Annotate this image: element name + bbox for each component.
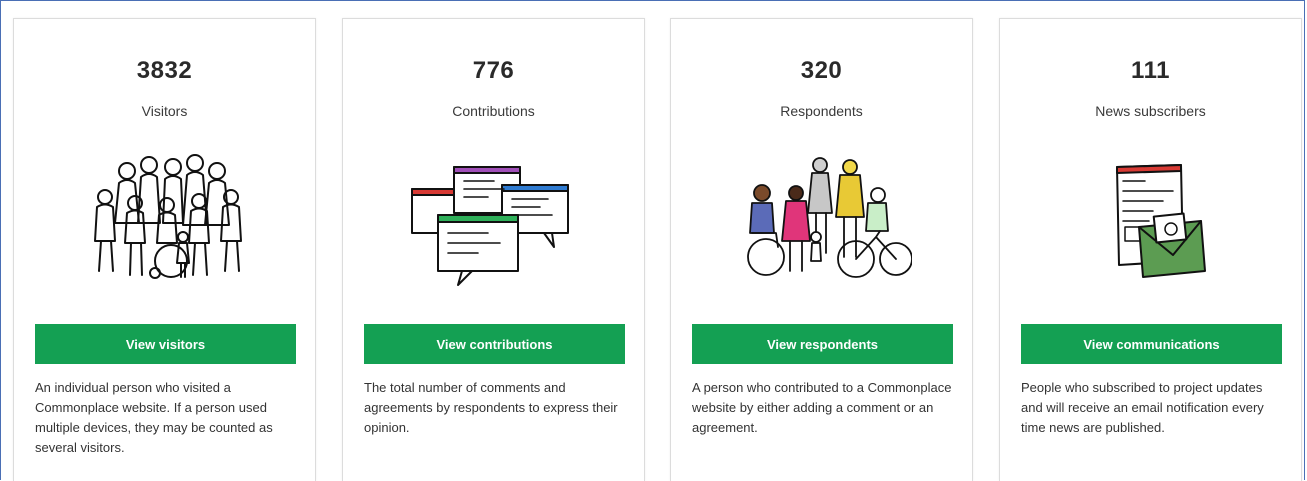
diverse-respondents-illustration [746, 157, 912, 278]
view-visitors-button[interactable]: View visitors [35, 324, 296, 364]
news-subscribers-count: 111 [1131, 57, 1170, 84]
newsletter-envelope-illustration [1115, 164, 1206, 278]
contributions-description: The total number of comments and agreeme… [364, 380, 618, 435]
view-communications-button[interactable]: View communications [1021, 324, 1282, 364]
respondents-label: Respondents [780, 103, 863, 119]
respondents-count: 320 [800, 57, 843, 84]
contributions-count: 776 [472, 57, 515, 84]
stats-panel: 3832 Visitors View visitors An individua… [0, 0, 1305, 481]
respondents-description: A person who contributed to a Commonplac… [692, 380, 952, 435]
view-contributions-button[interactable]: View contributions [364, 324, 625, 364]
news-subscribers-card: 111 News subscribers View communications… [999, 18, 1302, 481]
contributions-label: Contributions [452, 103, 535, 119]
comment-windows-illustration [410, 166, 569, 286]
visitors-description: An individual person who visited a Commo… [35, 380, 273, 455]
respondents-card: 320 Respondents View respondents A perso… [670, 18, 973, 481]
view-respondents-button[interactable]: View respondents [692, 324, 953, 364]
visitors-card: 3832 Visitors View visitors An individua… [13, 18, 316, 481]
visitors-count: 3832 [136, 57, 193, 84]
contributions-card: 776 Contributions View contributions The… [342, 18, 645, 481]
news-subscribers-description: People who subscribed to project updates… [1021, 380, 1264, 435]
crowd-of-people-illustration [93, 154, 242, 279]
news-subscribers-label: News subscribers [1095, 103, 1206, 119]
visitors-label: Visitors [141, 103, 188, 119]
